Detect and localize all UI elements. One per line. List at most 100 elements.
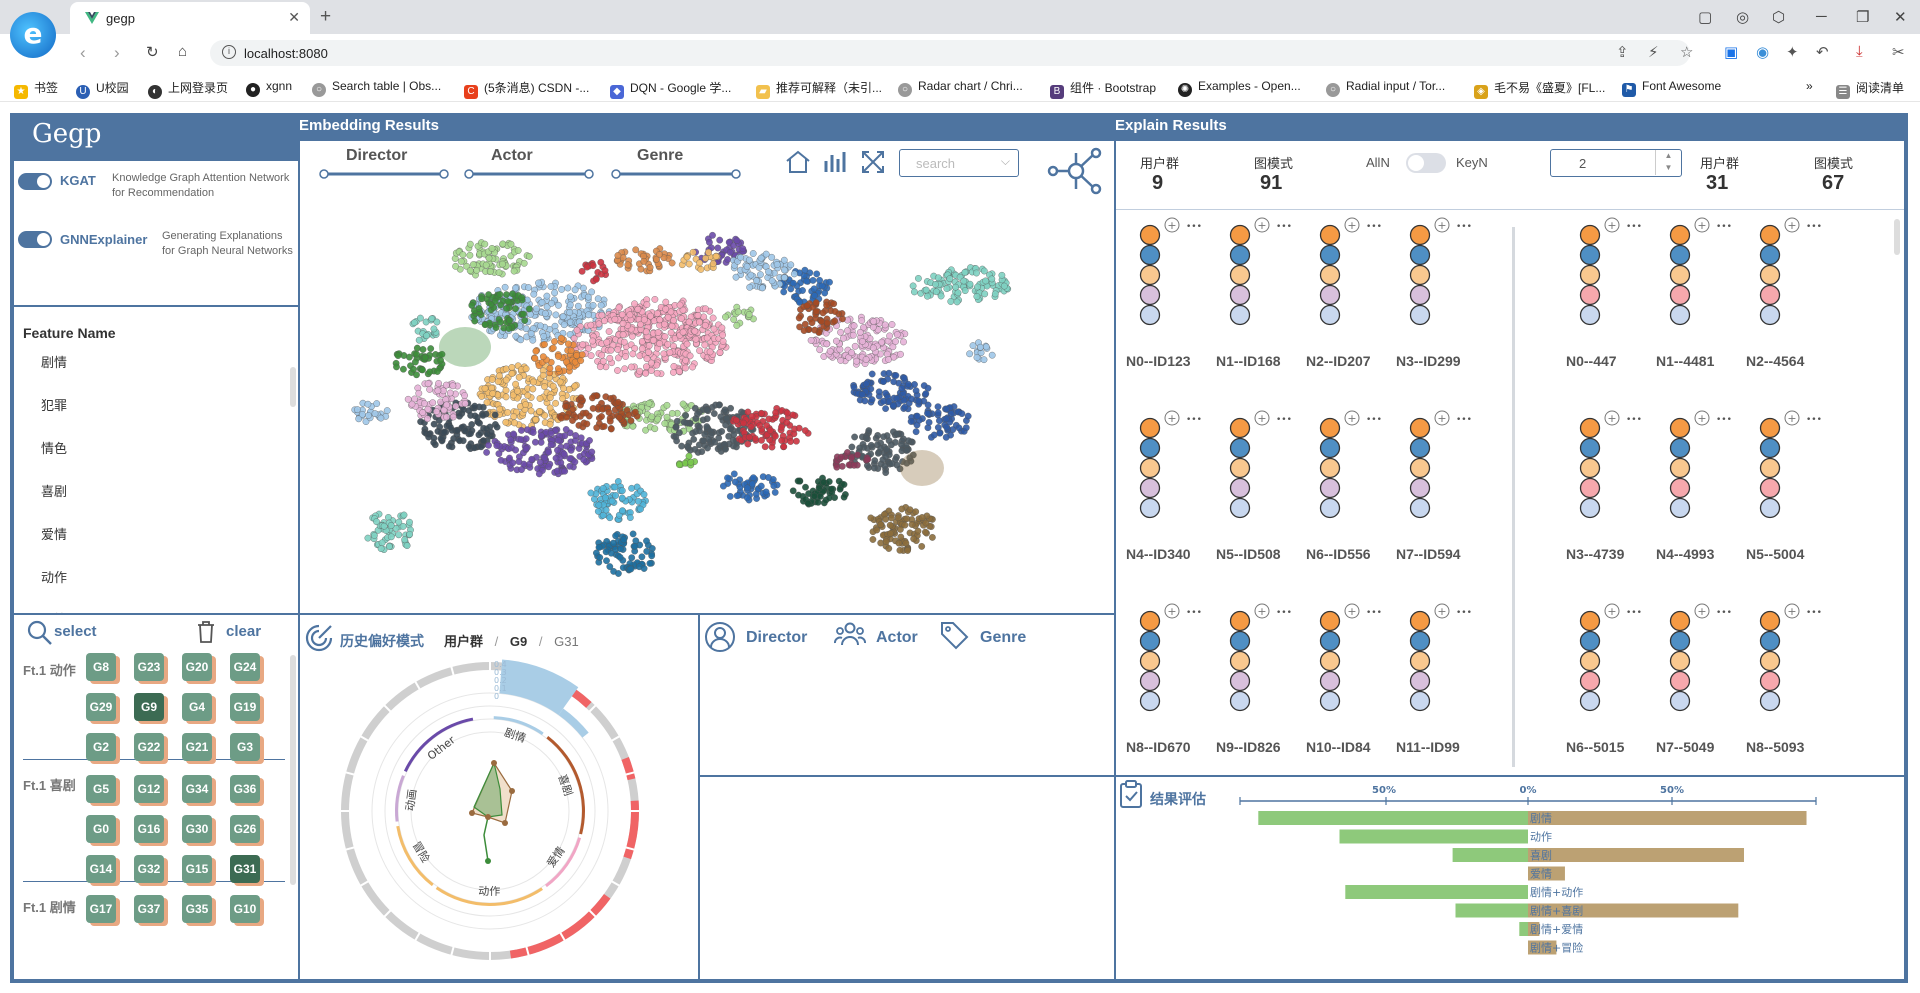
bar-chart-icon[interactable] — [822, 149, 848, 175]
group-tile[interactable]: G17 — [86, 895, 116, 923]
window-close-icon[interactable]: ✕ — [1894, 8, 1907, 26]
node-pattern[interactable]: + ••• — [1226, 217, 1292, 331]
user-icon[interactable] — [704, 621, 736, 653]
kgat-toggle[interactable] — [18, 173, 52, 190]
group-tile[interactable]: G31 — [230, 855, 260, 883]
undo-icon[interactable]: ↶ — [1816, 43, 1829, 61]
node-pattern[interactable]: + ••• — [1576, 410, 1642, 524]
group-tile[interactable]: G12 — [134, 775, 164, 803]
group-tile[interactable]: G22 — [134, 733, 164, 761]
feature-item[interactable]: 喜剧 — [41, 481, 67, 500]
node-pattern[interactable]: + ••• — [1136, 217, 1202, 331]
feature-item[interactable]: 情色 — [41, 438, 67, 457]
bookmark-item[interactable]: B 组件 · Bootstrap — [1050, 79, 1156, 99]
tag-icon[interactable] — [938, 619, 970, 651]
node-mode-toggle[interactable] — [1406, 153, 1446, 173]
minimize-icon[interactable]: ─ — [1816, 8, 1827, 25]
scissors-icon[interactable]: ✂ — [1892, 43, 1905, 61]
evaluation-chart[interactable]: 50% 0% 50% 剧情动作喜剧爱情剧情+动作剧情+喜剧剧情+爱情剧情+冒险 — [1116, 777, 1904, 979]
new-tab-icon[interactable]: + — [320, 6, 331, 28]
vpn-icon[interactable]: ◉ — [1756, 43, 1769, 61]
settings-icon[interactable]: ⬡ — [1772, 8, 1785, 26]
tab-director[interactable]: Director — [746, 629, 807, 647]
node-pattern[interactable]: + ••• — [1406, 410, 1472, 524]
feature-item[interactable]: 动作 — [41, 567, 67, 586]
select-button[interactable]: select — [54, 623, 97, 640]
group-tile[interactable]: G10 — [230, 895, 260, 923]
extensions-icon[interactable]: ◎ — [1736, 8, 1749, 26]
group-scrollbar[interactable] — [290, 655, 296, 885]
bookmark-item[interactable]: ○ Radial input / Tor... — [1326, 79, 1445, 97]
tab-actions-icon[interactable]: ▢ — [1698, 8, 1712, 26]
preference-radial-chart[interactable]: 剧情喜剧爱情动作冒险动画Other0.40.30.20.10 — [300, 655, 698, 979]
search-select[interactable]: search ⌵ — [899, 149, 1019, 177]
tab-genre[interactable]: Genre — [980, 629, 1026, 647]
reading-list[interactable]: ☰ 阅读清单 — [1836, 79, 1904, 99]
tab-actor[interactable]: Actor — [876, 629, 918, 647]
group-tile[interactable]: G24 — [230, 653, 260, 681]
node-pattern[interactable]: + ••• — [1406, 217, 1472, 331]
tab-close-icon[interactable]: ✕ — [288, 9, 300, 26]
group-tile[interactable]: G19 — [230, 693, 260, 721]
node-pattern[interactable]: + ••• — [1226, 410, 1292, 524]
home-icon[interactable]: ⌂ — [178, 43, 187, 60]
bolt-icon[interactable]: ⚡ — [1648, 43, 1659, 61]
puzzle-icon[interactable]: ✦ — [1786, 43, 1799, 61]
bookmark-item[interactable]: ◈ 毛不易《盛夏》[FL... — [1474, 79, 1605, 99]
group-tile[interactable]: G37 — [134, 895, 164, 923]
group-tile[interactable]: G36 — [230, 775, 260, 803]
node-pattern[interactable]: + ••• — [1136, 603, 1202, 717]
node-pattern[interactable]: + ••• — [1316, 410, 1382, 524]
bookmark-item[interactable]: ● xgnn — [246, 79, 292, 97]
group-tile[interactable]: G23 — [134, 653, 164, 681]
group-tile[interactable]: G5 — [86, 775, 116, 803]
node-pattern[interactable]: + ••• — [1316, 217, 1382, 331]
node-pattern[interactable]: + ••• — [1136, 410, 1202, 524]
node-pattern[interactable]: + ••• — [1406, 603, 1472, 717]
group-tile[interactable]: G9 — [134, 693, 164, 721]
node-pattern[interactable]: + ••• — [1576, 603, 1642, 717]
star-icon[interactable]: ☆ — [1680, 43, 1693, 61]
reload-icon[interactable]: ↻ — [146, 43, 159, 61]
group-tile[interactable]: G8 — [86, 653, 116, 681]
bookmark-item[interactable]: ◐ 上网登录页 — [148, 79, 228, 99]
bookmark-item[interactable]: U U校园 — [76, 79, 129, 99]
group-tile[interactable]: G26 — [230, 815, 260, 843]
home-icon[interactable] — [784, 149, 812, 175]
url-field[interactable]: i localhost:8080 — [210, 40, 1690, 66]
group-tile[interactable]: G20 — [182, 653, 212, 681]
k-spinner[interactable]: 2 ▲ ▼ — [1550, 149, 1682, 177]
feature-item[interactable]: 爱情 — [41, 524, 67, 543]
trash-icon[interactable] — [194, 619, 218, 645]
bookmark-item[interactable]: ★ 书签 — [14, 79, 58, 99]
explain-scrollbar[interactable] — [1894, 219, 1900, 255]
bookmarks-more[interactable]: » — [1806, 79, 1813, 93]
forward-icon[interactable]: › — [114, 43, 120, 63]
feature-item[interactable]: 犯罪 — [41, 395, 67, 414]
search-icon[interactable] — [26, 619, 54, 647]
group-tile[interactable]: G32 — [134, 855, 164, 883]
node-pattern[interactable]: + ••• — [1666, 217, 1732, 331]
node-pattern[interactable]: + ••• — [1756, 217, 1822, 331]
group-tile[interactable]: G4 — [182, 693, 212, 721]
group-tile[interactable]: G16 — [134, 815, 164, 843]
node-pattern[interactable]: + ••• — [1576, 217, 1642, 331]
maximize-icon[interactable]: ❐ — [1856, 8, 1869, 26]
spinner-arrows-icon[interactable]: ▲ ▼ — [1655, 150, 1681, 175]
feature-scrollbar[interactable] — [290, 367, 296, 407]
group-tile[interactable]: G29 — [86, 693, 116, 721]
embedding-scatter[interactable] — [300, 201, 1114, 613]
group-tile[interactable]: G14 — [86, 855, 116, 883]
group-icon[interactable] — [834, 619, 866, 651]
bookmark-item[interactable]: ◆ DQN - Google 学... — [610, 79, 731, 99]
feature-item[interactable]: 剧情 — [41, 352, 67, 371]
node-pattern[interactable]: + ••• — [1756, 603, 1822, 717]
node-pattern[interactable]: + ••• — [1756, 410, 1822, 524]
back-icon[interactable]: ‹ — [80, 43, 86, 63]
bookmark-item[interactable]: ⚑ Font Awesome — [1622, 79, 1721, 97]
bookmark-item[interactable]: ✺ Examples - Open... — [1178, 79, 1301, 97]
expand-icon[interactable] — [860, 149, 886, 175]
gnnexplainer-toggle[interactable] — [18, 231, 52, 248]
share-icon[interactable]: ⇪ — [1616, 43, 1629, 61]
group-tile[interactable]: G21 — [182, 733, 212, 761]
